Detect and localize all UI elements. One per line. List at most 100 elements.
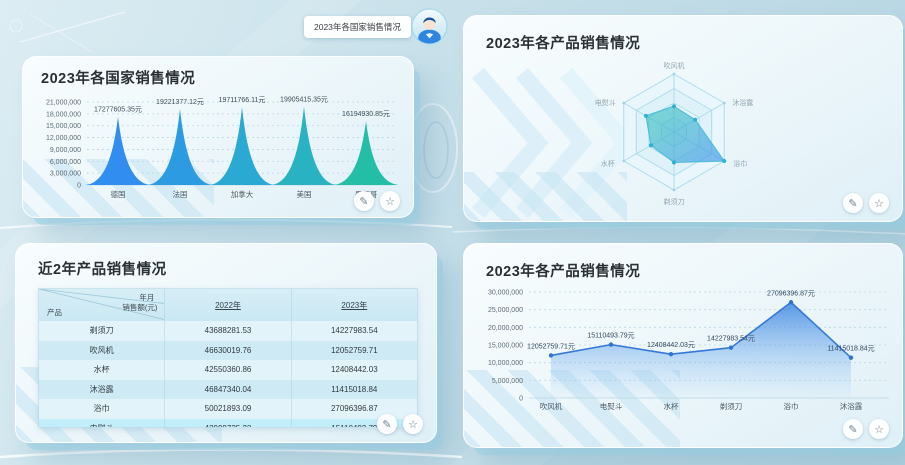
svg-text:12408442.03元: 12408442.03元 [647, 341, 695, 349]
svg-text:10,000,000: 10,000,000 [488, 360, 523, 367]
sales-value-2022: 42550360.86 [165, 360, 291, 380]
svg-text:电熨斗: 电熨斗 [600, 401, 623, 411]
svg-text:吹风机: 吹风机 [664, 61, 685, 70]
svg-text:18,000,000: 18,000,000 [46, 111, 81, 118]
svg-text:16194930.85元: 16194930.85元 [342, 110, 390, 118]
svg-text:美国: 美国 [297, 189, 312, 199]
svg-text:吹风机: 吹风机 [540, 401, 563, 411]
svg-text:25,000,000: 25,000,000 [488, 307, 523, 314]
two-year-table: 年月销售额(元)产品2022年2023年剃须刀43688281.53142279… [38, 288, 418, 428]
svg-text:5,000,000: 5,000,000 [492, 378, 523, 385]
star-icon: ☆ [874, 197, 884, 210]
edit-icon: ✎ [848, 423, 857, 436]
svg-text:水杯: 水杯 [601, 159, 615, 168]
svg-text:沐浴露: 沐浴露 [840, 401, 863, 411]
svg-text:浴巾: 浴巾 [733, 159, 747, 168]
favorite-button[interactable]: ☆ [869, 193, 889, 213]
svg-text:0: 0 [77, 183, 81, 190]
sales-value-2022: 46847340.04 [165, 380, 291, 400]
svg-text:15,000,000: 15,000,000 [488, 343, 523, 350]
edit-icon: ✎ [382, 418, 391, 431]
product-name: 水杯 [39, 360, 165, 380]
dashboard: 2023年各国家销售情况 2023年各国家销售情况 03,000,0006,00… [0, 0, 905, 465]
star-icon: ☆ [874, 423, 884, 436]
svg-text:11415018.84元: 11415018.84元 [827, 345, 874, 353]
svg-text:6,000,000: 6,000,000 [50, 159, 81, 166]
svg-text:水杯: 水杯 [664, 401, 679, 411]
svg-text:20,000,000: 20,000,000 [488, 325, 523, 332]
sales-value-2023: 12052759.71 [292, 341, 417, 361]
svg-text:电熨斗: 电熨斗 [595, 98, 616, 107]
user-avatar-icon [411, 8, 448, 45]
svg-text:3,000,000: 3,000,000 [50, 171, 81, 178]
sales-value-2022: 43688281.53 [165, 321, 291, 341]
svg-text:30,000,000: 30,000,000 [488, 290, 523, 297]
panel-actions: ✎ ☆ [843, 419, 889, 439]
svg-text:沐浴露: 沐浴露 [732, 98, 753, 107]
star-icon: ☆ [408, 418, 418, 431]
svg-text:14227983.54元: 14227983.54元 [707, 335, 755, 343]
table-year-header[interactable]: 2022年 [165, 289, 291, 321]
svg-text:19221377.12元: 19221377.12元 [156, 98, 204, 106]
favorite-button[interactable]: ☆ [403, 414, 423, 434]
table-header-row: 年月销售额(元)产品2022年2023年 [39, 289, 417, 321]
table-row[interactable]: 吹风机46630019.7612052759.71 [39, 341, 417, 361]
panel-actions: ✎ ☆ [377, 414, 423, 434]
table-row[interactable]: 水杯42550360.8612408442.03 [39, 360, 417, 380]
favorite-button[interactable]: ☆ [380, 191, 400, 211]
table-row[interactable]: 电熨斗42999735.2315110493.79 [39, 419, 417, 429]
svg-text:12,000,000: 12,000,000 [46, 135, 81, 142]
product-name: 剃须刀 [39, 321, 165, 341]
panel-actions: ✎ ☆ [354, 191, 400, 211]
edit-button[interactable]: ✎ [843, 419, 863, 439]
panel-two-year-table: 近2年产品销售情况 年月销售额(元)产品2022年2023年剃须刀4368828… [15, 243, 437, 443]
table-corner-cell: 年月销售额(元)产品 [39, 289, 165, 321]
sales-value-2023: 14227983.54 [292, 321, 417, 341]
svg-text:19905415.35元: 19905415.35元 [280, 95, 328, 103]
panel-country-sales: 2023年各国家销售情况 03,000,0006,000,0009,000,00… [22, 56, 414, 218]
edit-icon: ✎ [359, 195, 368, 208]
user-avatar[interactable] [411, 8, 448, 45]
edit-button[interactable]: ✎ [354, 191, 374, 211]
svg-text:德国: 德国 [111, 189, 126, 199]
svg-text:21,000,000: 21,000,000 [46, 100, 81, 107]
star-icon: ☆ [385, 195, 395, 208]
product-name: 电熨斗 [39, 419, 165, 429]
edit-icon: ✎ [848, 197, 857, 210]
panel-product-radar: 2023年各产品销售情况 吹风机沐浴露浴巾剃须刀 水杯 电熨斗 ✎ ☆ [463, 15, 903, 222]
svg-text:27096396.87元: 27096396.87元 [767, 289, 815, 297]
table-year-header[interactable]: 2023年 [292, 289, 417, 321]
svg-text:剃须刀: 剃须刀 [720, 401, 743, 411]
sales-value-2023: 12408442.03 [292, 360, 417, 380]
edit-button[interactable]: ✎ [843, 193, 863, 213]
panel-title: 2023年各产品销售情况 [486, 32, 640, 53]
svg-text:浴巾: 浴巾 [784, 401, 799, 411]
sales-value-2022: 46630019.76 [165, 341, 291, 361]
svg-text:法国: 法国 [173, 189, 188, 199]
svg-text:9,000,000: 9,000,000 [50, 147, 81, 154]
table-row[interactable]: 浴巾50021893.0927096396.87 [39, 399, 417, 419]
panel-product-line: 2023年各产品销售情况 05,000,00010,000,00015,000,… [463, 243, 903, 448]
svg-text:17277605.35元: 17277605.35元 [94, 106, 142, 114]
svg-text:15,000,000: 15,000,000 [46, 123, 81, 130]
country-peaks-chart: 0 3,000,000 6,000,000 9,000,000 12,000,000 15… [31, 89, 409, 201]
product-line-chart: 0 5,000,000 10,000,000 15,000,000 20,000,000… [464, 286, 903, 416]
sales-value-2022: 42999735.23 [165, 419, 291, 429]
svg-text:19711766.11元: 19711766.11元 [219, 96, 266, 104]
product-name: 沐浴露 [39, 380, 165, 400]
svg-text:加拿大: 加拿大 [231, 189, 254, 199]
table-row[interactable]: 沐浴露46847340.0411415018.84 [39, 380, 417, 400]
edit-button[interactable]: ✎ [377, 414, 397, 434]
product-name: 吹风机 [39, 341, 165, 361]
favorite-button[interactable]: ☆ [869, 419, 889, 439]
dashboard-title-chip[interactable]: 2023年各国家销售情况 [304, 16, 411, 38]
table-row[interactable]: 剃须刀43688281.5314227983.54 [39, 321, 417, 341]
svg-text:12052759.71元: 12052759.71元 [527, 342, 575, 350]
sales-value-2023: 11415018.84 [292, 380, 417, 400]
svg-text:15110493.79元: 15110493.79元 [587, 332, 634, 340]
product-name: 浴巾 [39, 399, 165, 419]
svg-text:0: 0 [519, 396, 523, 403]
panel-actions: ✎ ☆ [843, 193, 889, 213]
svg-text:剃须刀: 剃须刀 [664, 197, 685, 206]
sales-value-2022: 50021893.09 [165, 399, 291, 419]
